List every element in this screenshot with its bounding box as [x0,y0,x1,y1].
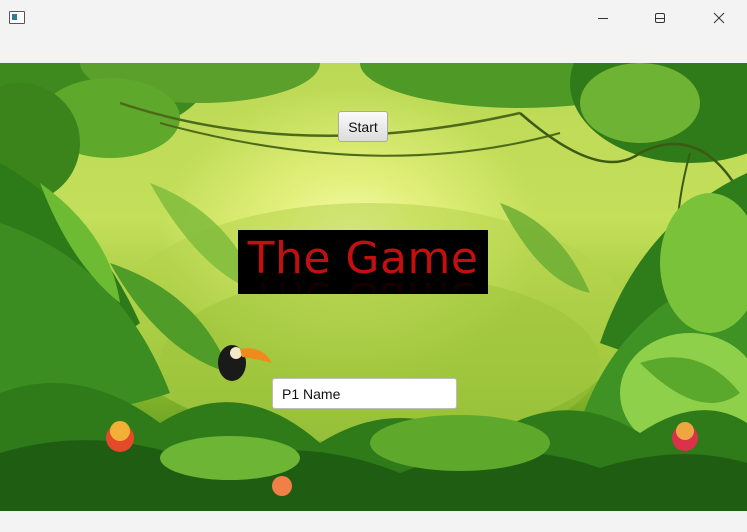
close-icon [713,12,725,24]
player-name-input[interactable] [272,378,457,409]
maximize-icon [655,13,665,23]
app-icon [9,11,25,24]
maximize-button[interactable] [637,0,683,36]
game-title-banner: The Game The Game [238,230,488,294]
window-bottom-strip [0,511,747,532]
close-button[interactable] [696,0,742,36]
minimize-icon [598,18,608,19]
game-title-reflection: The Game [238,271,488,294]
window-content-top-strip [0,36,747,63]
window-titlebar[interactable] [0,0,747,36]
start-button[interactable]: Start [338,111,388,142]
minimize-button[interactable] [580,0,626,36]
